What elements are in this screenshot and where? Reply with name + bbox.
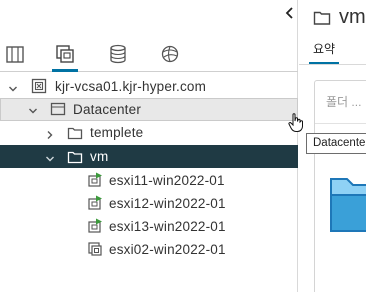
folder-illustration-icon [329,175,366,240]
tree-item-folder-vm[interactable]: vm [0,145,298,168]
vm-powered-off-icon [87,241,103,257]
tree-item-label: esxi12-win2022-01 [109,196,226,211]
tree-item-label: templete [90,125,144,140]
folder-icon [67,149,83,165]
chevron-down-icon[interactable] [8,82,18,92]
divider [315,123,366,124]
vm-powered-on-icon [87,172,103,188]
tree-item-label: esxi13-win2022-01 [109,219,226,234]
networking-icon [159,44,181,69]
divider [299,64,366,65]
tree-item-label: kjr-vcsa01.kjr-hyper.com [55,79,207,94]
tree-item-label: vm [90,149,109,164]
vms-and-templates-icon [54,44,76,69]
folder-icon [67,125,83,141]
hosts-and-clusters-icon [4,44,26,69]
folder-icon [313,10,331,31]
tree-item-vm[interactable]: esxi11-win2022-01 [0,169,298,192]
tab-vms-and-templates[interactable] [52,40,78,72]
tree-item-folder-templete[interactable]: templete [0,121,298,144]
inventory-navigator: kjr-vcsa01.kjr-hyper.com Datacenter temp… [0,0,298,292]
tab-summary[interactable]: 요약 [313,40,335,57]
tree-item-vm[interactable]: esxi12-win2022-01 [0,192,298,215]
chevron-right-icon[interactable] [45,128,55,139]
tab-networking[interactable] [157,40,183,70]
chevron-down-icon[interactable] [45,152,55,162]
tree-item-label: esxi11-win2022-01 [109,173,225,188]
tab-hosts-and-clusters[interactable] [2,40,28,70]
tooltip: Datacente [306,133,366,154]
tree-item-vm[interactable]: esxi13-win2022-01 [0,215,298,238]
folder-summary-card: 폴더 ... [314,80,366,292]
card-title: 폴더 ... [326,95,362,109]
collapse-navigator-icon[interactable] [283,4,297,22]
tree-item-vm[interactable]: esxi02-win2022-01 [0,238,298,261]
object-title: vm [339,6,366,28]
vcenter-icon [31,78,47,94]
hand-cursor-icon [288,113,304,133]
storage-icon [107,44,129,69]
tree-item-label: esxi02-win2022-01 [109,242,226,257]
navigator-tabs [0,38,298,72]
datacenter-icon [50,101,66,117]
tree-item-label: Datacenter [73,102,142,117]
vm-powered-on-icon [87,195,103,211]
tree-item-datacenter[interactable]: Datacenter [0,98,298,121]
chevron-down-icon[interactable] [28,104,38,114]
vm-powered-on-icon [87,218,103,234]
tab-storage[interactable] [105,40,131,70]
tree-item-vcenter[interactable]: kjr-vcsa01.kjr-hyper.com [0,75,298,98]
